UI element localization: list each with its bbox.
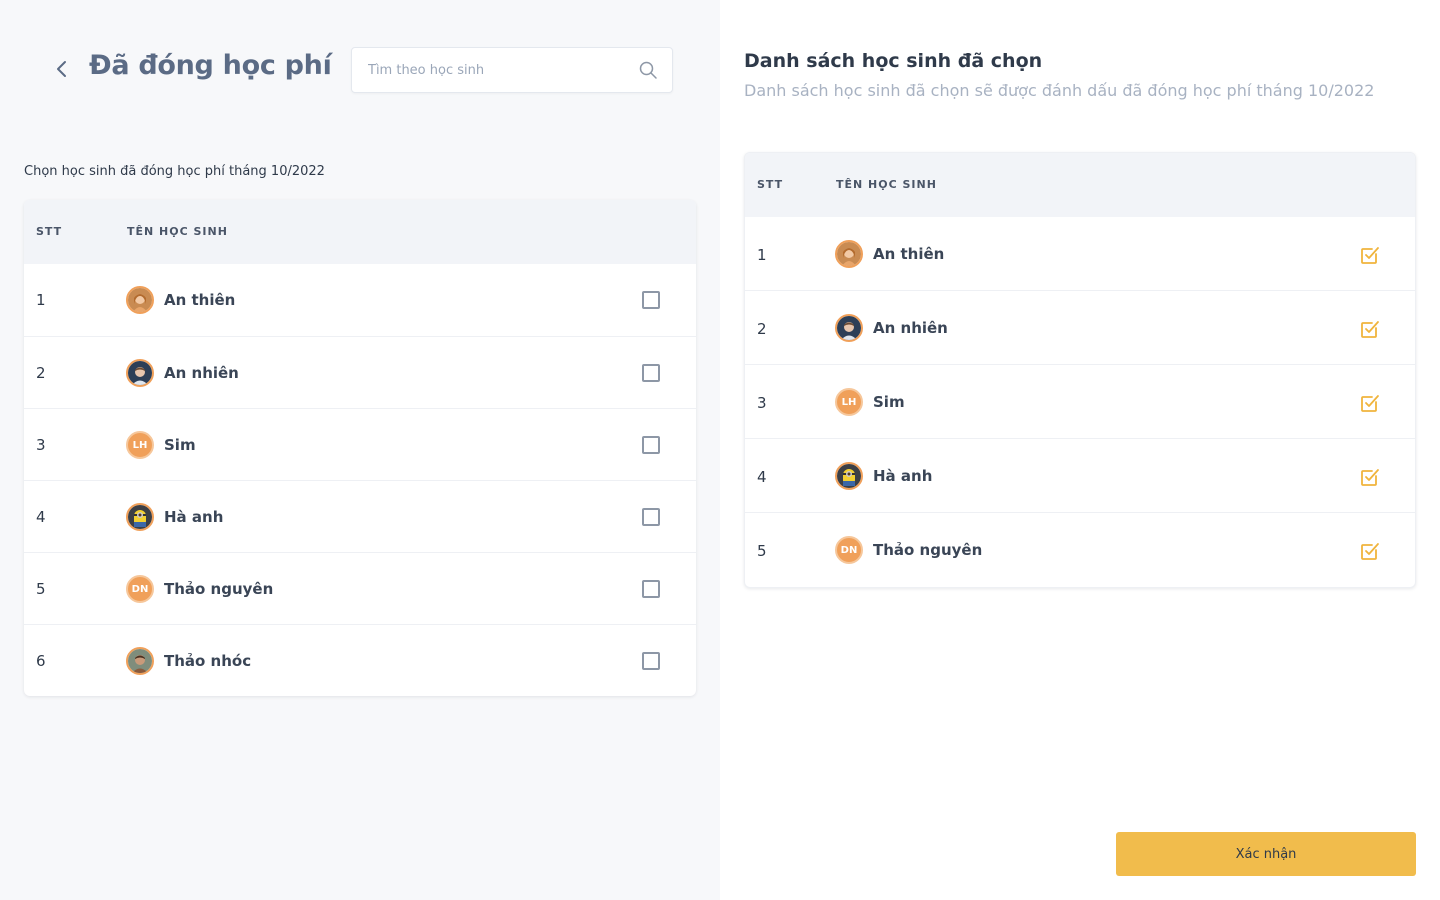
selected-list-title: Danh sách học sinh đã chọn: [744, 50, 1043, 72]
select-checkbox[interactable]: [642, 652, 660, 670]
table-body: 1 An thiên 2 An nhiên 3 LH Sim 4 Hà anh 5 DN Thảo n…: [745, 217, 1415, 587]
select-checkbox[interactable]: [642, 580, 660, 598]
avatar: [126, 503, 154, 531]
avatar-initials: DN: [131, 583, 149, 595]
student-cell: Hà anh: [126, 503, 223, 531]
avatar: LH: [126, 431, 154, 459]
student-cell: DN Thảo nguyên: [835, 536, 982, 564]
table-row[interactable]: 4 Hà anh: [24, 480, 696, 552]
avatar-initials: LH: [841, 396, 857, 408]
student-cell: An nhiên: [126, 359, 239, 387]
selected-list-subtitle: Danh sách học sinh đã chọn sẽ được đánh …: [744, 81, 1375, 100]
student-name: Thảo nhóc: [164, 652, 252, 670]
student-name: An nhiên: [873, 319, 948, 337]
avatar: [835, 314, 863, 342]
avatar-initials: DN: [840, 544, 858, 556]
back-button[interactable]: [50, 57, 74, 81]
table-header: STT TÊN HỌC SINH: [745, 153, 1415, 217]
row-number: 5: [36, 580, 46, 598]
table-header: STT TÊN HỌC SINH: [24, 200, 696, 264]
row-number: 3: [36, 436, 46, 454]
table-row[interactable]: 5 DN Thảo nguyên: [24, 552, 696, 624]
table-row: 1 An thiên: [745, 217, 1415, 291]
checked-checkbox-icon[interactable]: [1359, 392, 1381, 414]
left-subtitle: Chọn học sinh đã đóng học phí tháng 10/2…: [24, 164, 325, 179]
table-row: 4 Hà anh: [745, 439, 1415, 513]
table-row: 5 DN Thảo nguyên: [745, 513, 1415, 587]
student-name: An nhiên: [164, 364, 239, 382]
checked-checkbox-icon[interactable]: [1359, 318, 1381, 340]
column-header-stt: STT: [36, 225, 63, 238]
search-input[interactable]: [368, 48, 618, 92]
column-header-name: TÊN HỌC SINH: [127, 225, 228, 238]
select-checkbox[interactable]: [642, 291, 660, 309]
student-name: An thiên: [164, 291, 236, 309]
row-number: 5: [757, 542, 767, 560]
avatar: DN: [126, 575, 154, 603]
confirm-button[interactable]: Xác nhận: [1116, 832, 1416, 876]
avatar: LH: [835, 388, 863, 416]
select-checkbox[interactable]: [642, 436, 660, 454]
student-cell: LH Sim: [126, 431, 196, 459]
selected-students-table: STT TÊN HỌC SINH 1 An thiên 2 An nhiên 3 LH Si…: [744, 152, 1416, 588]
row-number: 2: [36, 364, 46, 382]
select-checkbox[interactable]: [642, 364, 660, 382]
checked-checkbox-icon[interactable]: [1359, 244, 1381, 266]
select-checkbox[interactable]: [642, 508, 660, 526]
student-selection-table: STT TÊN HỌC SINH 1 An thiên 2 An nhiên 3 LH Si…: [24, 200, 696, 696]
table-row[interactable]: 3 LH Sim: [24, 408, 696, 480]
table-row: 2 An nhiên: [745, 291, 1415, 365]
row-number: 4: [757, 468, 767, 486]
student-name: Sim: [164, 436, 196, 454]
table-row[interactable]: 6 Thảo nhóc: [24, 624, 696, 696]
row-number: 3: [757, 394, 767, 412]
avatar: [835, 240, 863, 268]
student-cell: Hà anh: [835, 462, 932, 490]
table-row: 3 LH Sim: [745, 365, 1415, 439]
search-icon[interactable]: [638, 60, 658, 80]
checked-checkbox-icon[interactable]: [1359, 540, 1381, 562]
left-pane: Đã đóng học phí Chọn học sinh đã đóng họ…: [0, 0, 720, 900]
student-name: Thảo nguyên: [164, 580, 274, 598]
row-number: 1: [36, 291, 46, 309]
avatar-initials: LH: [132, 439, 148, 451]
row-number: 2: [757, 320, 767, 338]
student-cell: An thiên: [126, 286, 235, 314]
chevron-left-icon: [57, 61, 66, 77]
column-header-stt: STT: [757, 178, 784, 191]
student-name: Hà anh: [873, 467, 933, 485]
avatar: [126, 286, 154, 314]
student-cell: An thiên: [835, 240, 944, 268]
avatar: [126, 359, 154, 387]
student-name: Sim: [873, 393, 905, 411]
search-box: [351, 47, 673, 93]
student-name: An thiên: [873, 245, 945, 263]
student-cell: DN Thảo nguyên: [126, 575, 273, 603]
avatar: DN: [835, 536, 863, 564]
table-row[interactable]: 2 An nhiên: [24, 336, 696, 408]
student-cell: An nhiên: [835, 314, 948, 342]
student-cell: LH Sim: [835, 388, 905, 416]
checked-checkbox-icon[interactable]: [1359, 466, 1381, 488]
student-name: Hà anh: [164, 508, 224, 526]
row-number: 6: [36, 652, 46, 670]
student-name: Thảo nguyên: [873, 541, 983, 559]
avatar: [126, 647, 154, 675]
row-number: 4: [36, 508, 46, 526]
table-body: 1 An thiên 2 An nhiên 3 LH Sim 4 Hà anh 5 DN Thảo n…: [24, 264, 696, 696]
page-title: Đã đóng học phí: [89, 50, 332, 81]
column-header-name: TÊN HỌC SINH: [836, 178, 937, 191]
student-cell: Thảo nhóc: [126, 647, 251, 675]
avatar: [835, 462, 863, 490]
table-row[interactable]: 1 An thiên: [24, 264, 696, 336]
row-number: 1: [757, 246, 767, 264]
